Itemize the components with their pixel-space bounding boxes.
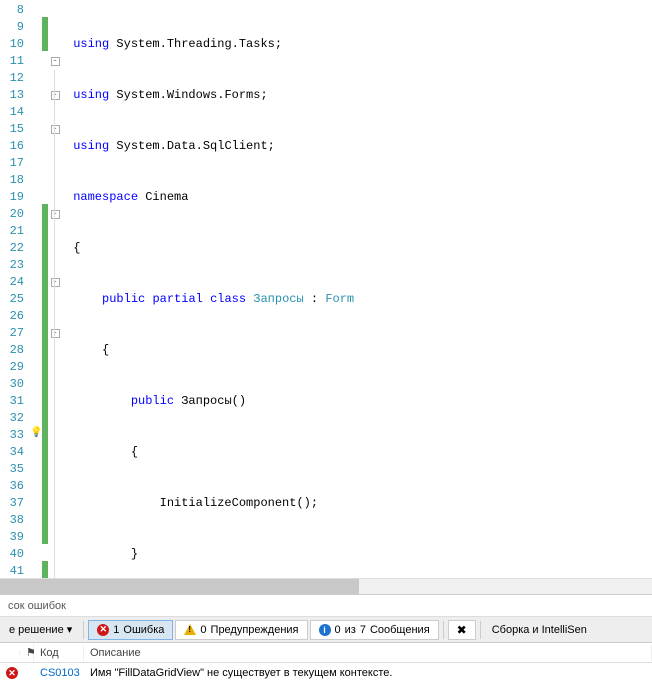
- error-code-link[interactable]: CS0103: [34, 665, 84, 681]
- error-list-header[interactable]: ⚑ Код Описание: [0, 643, 652, 663]
- lightbulb-icon[interactable]: 💡: [30, 427, 42, 444]
- build-intellisense-dropdown[interactable]: Сборка и IntelliSen: [485, 621, 594, 639]
- fold-toggle-icon[interactable]: -: [51, 125, 60, 134]
- messages-filter-button[interactable]: i 0 из 7 Сообщения: [310, 620, 439, 640]
- fold-toggle-icon[interactable]: -: [51, 329, 60, 338]
- scrollbar-thumb[interactable]: [0, 579, 359, 594]
- horizontal-scrollbar[interactable]: [0, 578, 652, 594]
- fold-toggle-icon[interactable]: -: [51, 278, 60, 287]
- error-description: Имя "FillDataGridView" не существует в т…: [84, 665, 652, 681]
- info-icon: i: [319, 624, 331, 636]
- errors-filter-button[interactable]: ✕ 1 Ошибка: [88, 620, 173, 640]
- error-icon: ✕: [97, 624, 109, 636]
- warning-icon: [184, 624, 196, 635]
- error-list-tab[interactable]: сок ошибок: [0, 597, 74, 615]
- filter-scope-dropdown[interactable]: е решение ▾: [2, 620, 79, 639]
- outline-margin[interactable]: - - - - - -: [48, 0, 62, 578]
- warnings-filter-button[interactable]: 0 Предупреждения: [175, 620, 307, 640]
- error-icon: ✕: [6, 667, 18, 679]
- code-editor[interactable]: 8910111213141516171819202122232425262728…: [0, 0, 652, 578]
- error-row[interactable]: ✕ CS0103 Имя "FillDataGridView" не сущес…: [0, 663, 652, 683]
- fold-toggle-icon[interactable]: -: [51, 210, 60, 219]
- line-number-gutter: 8910111213141516171819202122232425262728…: [0, 0, 30, 578]
- error-list-panel: сок ошибок е решение ▾ ✕ 1 Ошибка 0 Пред…: [0, 594, 652, 683]
- code-text-area[interactable]: using System.Threading.Tasks; using Syst…: [62, 0, 652, 578]
- error-list-toolbar: е решение ▾ ✕ 1 Ошибка 0 Предупреждения …: [0, 617, 652, 643]
- clear-icon: ✖: [457, 623, 467, 637]
- fold-toggle-icon[interactable]: -: [51, 57, 60, 66]
- clear-button[interactable]: ✖: [448, 620, 476, 640]
- lightbulb-margin: 💡: [30, 0, 42, 578]
- fold-toggle-icon[interactable]: -: [51, 91, 60, 100]
